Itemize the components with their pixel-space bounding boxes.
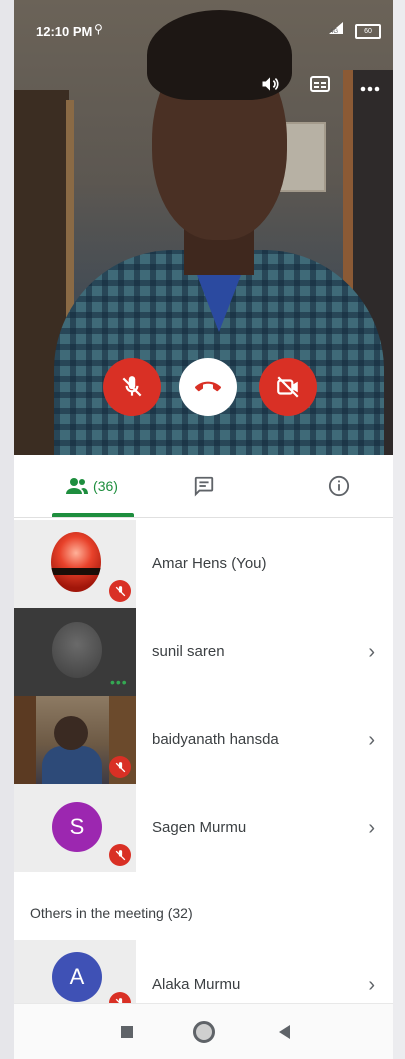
location-icon: ⚲ [94,22,103,36]
status-time: 12:10 PM [36,24,93,39]
tab-chat[interactable] [179,455,229,517]
participant-tile: ••• [14,608,136,696]
speaker-icon[interactable] [259,74,281,99]
right-edge [393,0,405,1059]
tab-info[interactable] [314,455,364,517]
battery-icon: 60 [355,24,381,39]
system-nav-bar [14,1003,393,1059]
main-video[interactable]: 12:10 PM ⚲ 4G 60 [14,0,393,455]
list-item[interactable]: ••• sunil saren › [14,608,393,696]
participant-name: Sagen Murmu [152,819,247,836]
left-edge [0,0,14,1059]
chevron-right-icon[interactable]: › [368,608,375,696]
active-tab-indicator [52,513,134,517]
participant-name: sunil saren [152,643,225,660]
speaking-indicator-icon: ••• [110,674,128,690]
meet-screen: 12:10 PM ⚲ 4G 60 (36) Amar Hens (You) ••… [14,0,393,1059]
participant-tile [14,520,136,608]
participant-tile [14,696,136,784]
more-options-icon[interactable] [359,76,381,97]
participant-name: baidyanath hansda [152,731,279,748]
mic-off-icon [122,376,142,397]
camera-off-icon [277,376,299,398]
avatar [52,622,102,678]
panel-tabs: (36) [14,455,393,518]
participant-name: Alaka Murmu [152,976,241,993]
mic-off-icon [109,844,131,866]
list-item[interactable]: baidyanath hansda › [14,696,393,784]
participant-tile: S [14,784,136,872]
mic-off-icon [109,756,131,778]
home-button[interactable] [184,1004,224,1059]
chevron-right-icon[interactable]: › [368,696,375,784]
people-count: (36) [93,478,118,494]
others-section-header: Others in the meeting (32) [30,905,193,921]
list-item[interactable]: S Sagen Murmu › [14,784,393,872]
chevron-right-icon[interactable]: › [368,940,375,1006]
back-button[interactable] [264,1004,304,1059]
signal-icon: 4G [329,22,347,37]
end-call-button[interactable] [179,358,237,416]
avatar: A [52,952,102,1002]
back-icon [278,1025,290,1039]
recents-icon [121,1026,133,1038]
info-icon [328,475,350,497]
chat-icon [194,476,214,497]
mic-off-icon [109,580,131,602]
participant-name: Amar Hens (You) [152,555,267,572]
tab-people[interactable]: (36) [34,455,149,517]
home-icon [193,1021,215,1043]
chevron-right-icon[interactable]: › [368,784,375,872]
people-icon [66,478,89,494]
recents-button[interactable] [107,1004,147,1059]
hang-up-icon [195,381,221,392]
camera-toggle-button[interactable] [259,358,317,416]
svg-text:4G: 4G [330,29,338,34]
avatar [51,532,101,592]
captions-icon[interactable] [309,76,331,97]
mic-toggle-button[interactable] [103,358,161,416]
avatar: S [52,802,102,852]
list-item[interactable]: Amar Hens (You) [14,520,393,608]
